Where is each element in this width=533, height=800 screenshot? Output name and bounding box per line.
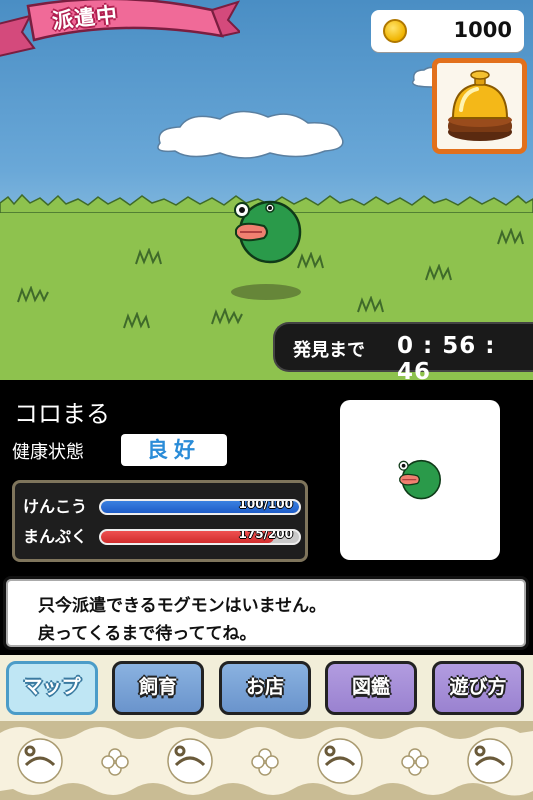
grass-tuft [497, 228, 524, 245]
discovery-timer: 発見まで 0 : 56 : 46 [273, 322, 533, 380]
grass-tuft [357, 296, 384, 313]
timer-label: 発見まで [293, 340, 365, 361]
coin-icon [383, 19, 407, 43]
gauge-value: 100/100 [238, 499, 293, 511]
bell-button[interactable] [432, 58, 527, 154]
creature-shadow [231, 284, 301, 300]
gauge-fullness: まんぷく 175/200 [21, 523, 305, 549]
mogmon-portrait-icon [398, 459, 441, 500]
coin-counter: 1000 [371, 10, 524, 52]
gauge-label: まんぷく [23, 527, 88, 546]
pet-portrait [340, 400, 500, 560]
gauge-label: けんこう [23, 497, 88, 516]
coin-value: 1000 [453, 18, 512, 42]
grass-tuft [211, 308, 243, 325]
nav-shop-button[interactable]: お店 [219, 661, 311, 715]
footer-pattern [0, 727, 533, 796]
timer-value: 0 : 56 : 46 [397, 333, 496, 380]
gauge-value: 175/200 [238, 529, 293, 541]
game-scene: 派遣中 1000 発見まで 0 : 56 : 46 [0, 0, 533, 380]
pet-name: コロまる [14, 400, 110, 428]
nav-encyclopedia-button[interactable]: 図鑑 [325, 661, 417, 715]
status-banner: 派遣中 [0, 0, 242, 74]
cloud [157, 110, 344, 159]
ribbon-shape [0, 0, 242, 57]
grass-tuft [123, 312, 150, 329]
health-label: 健康状態 [12, 442, 84, 463]
decorative-footer [0, 721, 533, 800]
bottom-nav: マップ 飼育 お店 図鑑 遊び方 [0, 655, 533, 721]
health-status-badge: 良好 [121, 434, 227, 466]
message-line: 戻ってくるまで待っててね。 [38, 624, 257, 644]
gauge-panel: けんこう 100/100 まんぷく 175/200 [12, 480, 308, 562]
mogmon-creature [234, 200, 302, 264]
gauge-health: けんこう 100/100 [21, 493, 305, 519]
nav-breeding-button[interactable]: 飼育 [112, 661, 204, 715]
nav-howto-button[interactable]: 遊び方 [432, 661, 524, 715]
nav-map-button[interactable]: マップ [6, 661, 98, 715]
gauge-track: 100/100 [99, 499, 301, 515]
grass-tuft [135, 248, 162, 265]
message-box: 只今派遣できるモグモンはいません。 戻ってくるまで待っててね。 [3, 576, 529, 650]
grass-tuft [17, 286, 49, 303]
grass-tuft [425, 264, 452, 281]
message-line: 只今派遣できるモグモンはいません。 [38, 596, 327, 616]
gauge-track: 175/200 [99, 529, 301, 545]
bell-icon [448, 70, 512, 141]
